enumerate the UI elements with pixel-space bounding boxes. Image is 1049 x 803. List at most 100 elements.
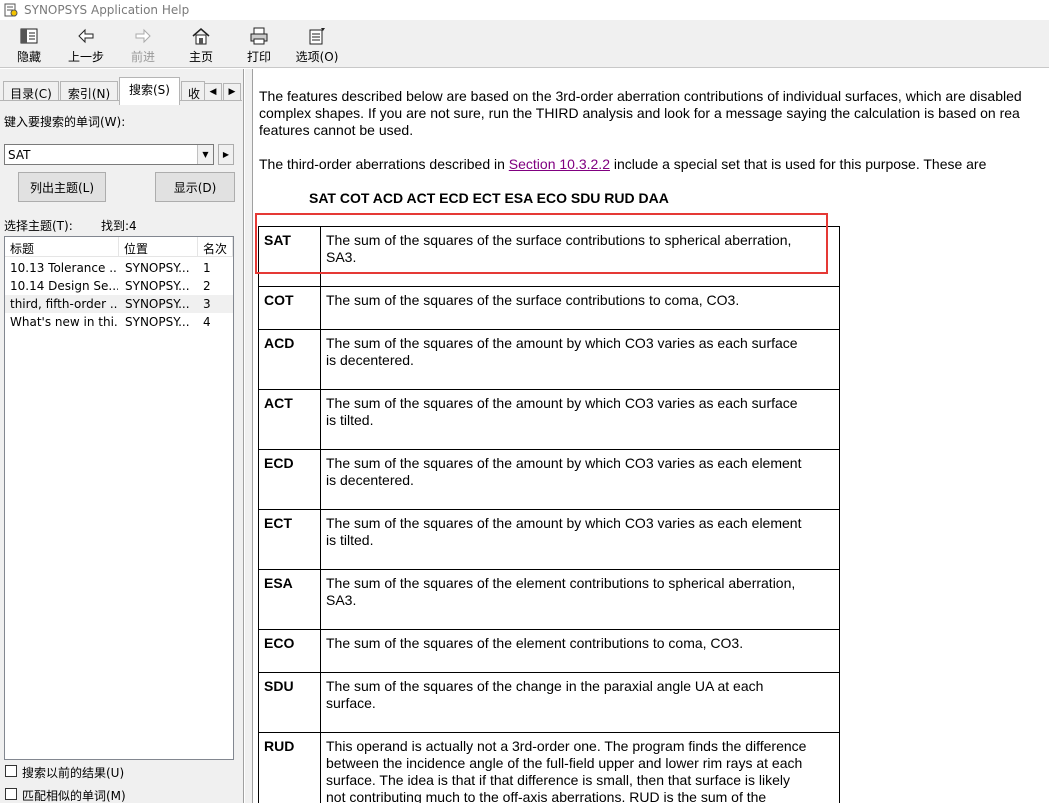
list-topics-button[interactable]: 列出主题(L) bbox=[18, 172, 106, 202]
operand-name: SDU bbox=[258, 672, 321, 733]
result-location: SYNOPSY... bbox=[125, 315, 190, 329]
table-row: ECO The sum of the squares of the elemen… bbox=[258, 629, 840, 673]
home-icon bbox=[191, 26, 211, 46]
list-item[interactable]: 10.13 Tolerance ... SYNOPSY... 1 bbox=[5, 259, 233, 277]
operand-name: SAT bbox=[258, 226, 321, 287]
operand-name: ECT bbox=[258, 509, 321, 570]
table-row: SAT The sum of the squares of the surfac… bbox=[258, 226, 840, 287]
list-item[interactable]: What's new in thi... SYNOPSY... 4 bbox=[5, 313, 233, 331]
result-rank: 3 bbox=[203, 297, 211, 311]
column-header-title[interactable]: 标题 bbox=[5, 237, 119, 257]
match-similar-label: 匹配相似的单词(M) bbox=[22, 789, 126, 803]
operand-description: This operand is actually not a 3rd-order… bbox=[320, 732, 840, 803]
desc-line: not contributing much to the off-axis ab… bbox=[326, 789, 767, 803]
operand-description: The sum of the squares of the element co… bbox=[320, 569, 840, 630]
search-words-label: 键入要搜索的单词(W): bbox=[4, 115, 126, 129]
search-input[interactable]: SAT ▼ bbox=[4, 144, 214, 165]
list-item-selected[interactable]: third, fifth-order ... SYNOPSY... 3 bbox=[5, 295, 233, 313]
section-link[interactable]: Section 10.3.2.2 bbox=[509, 156, 610, 172]
result-location: SYNOPSY... bbox=[125, 261, 190, 275]
nav-tabs: 目录(C) 索引(N) 搜索(S) 收 ◀ ▶ bbox=[0, 77, 244, 105]
intro-line-3: features cannot be used. bbox=[259, 122, 414, 138]
third-order-paragraph: The third-order aberrations described in… bbox=[259, 156, 986, 173]
operand-name: ACD bbox=[258, 329, 321, 390]
back-label: 上一步 bbox=[67, 50, 104, 64]
desc-line: surface. The idea is that if that differ… bbox=[326, 772, 791, 788]
desc-line: is decentered. bbox=[326, 472, 414, 488]
result-title: 10.14 Design Se... bbox=[10, 279, 118, 293]
hide-label: 隐藏 bbox=[16, 50, 41, 64]
tab-contents-label: 目录(C) bbox=[10, 87, 52, 101]
table-row: ECT The sum of the squares of the amount… bbox=[258, 509, 840, 570]
match-similar-checkbox[interactable] bbox=[5, 788, 17, 800]
operand-description: The sum of the squares of the amount by … bbox=[320, 329, 840, 390]
forward-arrow-icon bbox=[133, 26, 153, 46]
result-title: third, fifth-order ... bbox=[10, 297, 118, 311]
tab-search[interactable]: 搜索(S) bbox=[119, 77, 180, 105]
desc-line: is decentered. bbox=[326, 352, 414, 368]
hide-pane-icon bbox=[19, 26, 39, 46]
desc-line: SA3. bbox=[326, 249, 357, 265]
triangle-right-icon: ▶ bbox=[222, 150, 230, 159]
operand-description: The sum of the squares of the amount by … bbox=[320, 449, 840, 510]
desc-line: The sum of the squares of the surface co… bbox=[326, 232, 792, 248]
operand-description: The sum of the squares of the surface co… bbox=[320, 226, 840, 287]
window-title: SYNOPSYS Application Help bbox=[24, 3, 190, 17]
desc-line: The sum of the squares of the amount by … bbox=[326, 335, 798, 351]
operand-description: The sum of the squares of the amount by … bbox=[320, 389, 840, 450]
search-previous-label: 搜索以前的结果(U) bbox=[22, 766, 125, 780]
column-header-rank[interactable]: 名次 bbox=[198, 237, 233, 257]
print-button[interactable]: 打印 bbox=[230, 20, 288, 68]
tab-scroll-right-button[interactable]: ▶ bbox=[223, 83, 241, 101]
operand-description: The sum of the squares of the element co… bbox=[320, 629, 840, 673]
forward-label: 前进 bbox=[130, 50, 155, 64]
desc-line: between the incidence angle of the full-… bbox=[326, 755, 803, 771]
hide-button[interactable]: 隐藏 bbox=[0, 20, 58, 68]
intro-line-1: The features described below are based o… bbox=[259, 88, 1022, 104]
navigation-pane: 目录(C) 索引(N) 搜索(S) 收 ◀ ▶ 键入要搜索的单词(W): SAT… bbox=[0, 69, 244, 803]
title-bar: SYNOPSYS Application Help bbox=[0, 0, 1049, 20]
help-content[interactable]: The features described below are based o… bbox=[252, 69, 1049, 803]
tab-scroll-left-button[interactable]: ◀ bbox=[204, 83, 222, 101]
table-row: RUD This operand is actually not a 3rd-o… bbox=[258, 732, 840, 803]
tab-index-label: 索引(N) bbox=[67, 87, 111, 101]
operand-name: ECO bbox=[258, 629, 321, 673]
operand-name: COT bbox=[258, 286, 321, 330]
forward-button[interactable]: 前进 bbox=[114, 20, 172, 68]
search-operator-button[interactable]: ▶ bbox=[218, 144, 234, 165]
search-previous-checkbox[interactable] bbox=[5, 765, 17, 777]
dropdown-button[interactable]: ▼ bbox=[197, 145, 213, 164]
operand-description: The sum of the squares of the change in … bbox=[320, 672, 840, 733]
back-button[interactable]: 上一步 bbox=[58, 20, 114, 68]
display-button[interactable]: 显示(D) bbox=[155, 172, 235, 202]
desc-line: This operand is actually not a 3rd-order… bbox=[326, 738, 807, 754]
column-header-location[interactable]: 位置 bbox=[119, 237, 198, 257]
desc-line: surface. bbox=[326, 695, 376, 711]
tab-favorites-label: 收 bbox=[188, 87, 201, 101]
results-list-header: 标题 位置 名次 bbox=[5, 237, 233, 257]
chevron-down-icon: ▼ bbox=[202, 150, 209, 159]
operand-description: The sum of the squares of the amount by … bbox=[320, 509, 840, 570]
desc-line: is tilted. bbox=[326, 412, 374, 428]
pane-splitter[interactable] bbox=[245, 69, 252, 803]
select-topic-label: 选择主题(T): bbox=[4, 219, 73, 233]
results-list[interactable]: 标题 位置 名次 10.13 Tolerance ... SYNOPSY... … bbox=[4, 236, 234, 760]
desc-line: The sum of the squares of the surface co… bbox=[326, 292, 740, 308]
operand-name: RUD bbox=[258, 732, 321, 803]
toolbar: 隐藏 上一步 前进 主页 打印 选项(O) bbox=[0, 20, 1049, 68]
table-row: SDU The sum of the squares of the change… bbox=[258, 672, 840, 733]
table-row: ACD The sum of the squares of the amount… bbox=[258, 329, 840, 390]
result-rank: 2 bbox=[203, 279, 211, 293]
list-item[interactable]: 10.14 Design Se... SYNOPSY... 2 bbox=[5, 277, 233, 295]
intro-paragraph: The features described below are based o… bbox=[259, 88, 1022, 139]
home-label: 主页 bbox=[188, 50, 213, 64]
intro-line-2: complex shapes. If you are not sure, run… bbox=[259, 105, 1020, 121]
home-button[interactable]: 主页 bbox=[172, 20, 230, 68]
options-button[interactable]: 选项(O) bbox=[288, 20, 346, 68]
table-row: ECD The sum of the squares of the amount… bbox=[258, 449, 840, 510]
para2-text-start: The third-order aberrations described in bbox=[259, 156, 509, 172]
desc-line: The sum of the squares of the amount by … bbox=[326, 455, 802, 471]
operand-name: ECD bbox=[258, 449, 321, 510]
result-title: 10.13 Tolerance ... bbox=[10, 261, 118, 275]
result-rank: 4 bbox=[203, 315, 211, 329]
